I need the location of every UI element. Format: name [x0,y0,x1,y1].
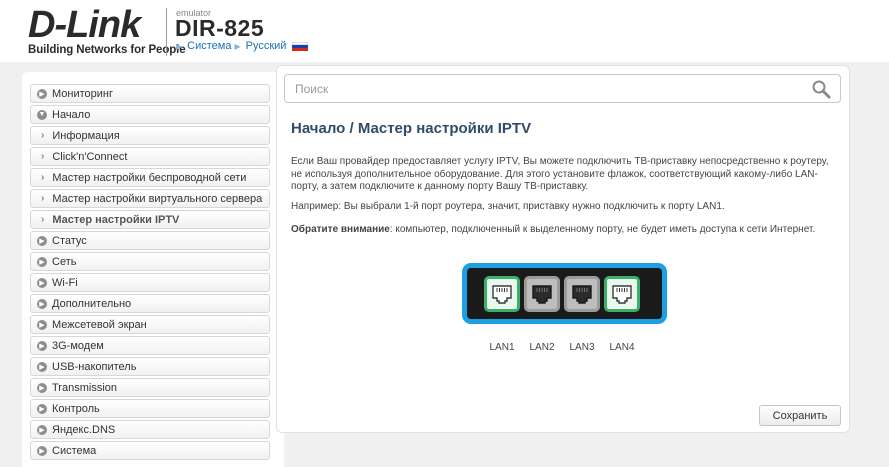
ethernet-port-icon [532,285,552,304]
sidebar-item-yandex-dns[interactable]: ▶ Яндекс.DNS [30,420,270,439]
sidebar-item-label: Статус [52,234,87,247]
sidebar-item-label: Мастер настройки беспроводной сети [52,171,247,184]
chevron-right-icon: ▶ [37,340,47,351]
sidebar-subitem-click-n-connect[interactable]: › Click'n'Connect [30,147,270,166]
chevron-right-icon: ▶ [37,424,47,435]
sidebar-subitem-virtual-server-wizard[interactable]: › Мастер настройки виртуального сервера [30,189,270,208]
russia-flag-icon[interactable] [292,41,309,51]
note-label: Обратите внимание [291,224,390,235]
device-model: DIR-825 [175,15,265,41]
sidebar-item-start[interactable]: ▼ Начало [30,105,270,124]
example-text: Например: Вы выбрали 1-й порт роутера, з… [291,201,725,212]
chevron-right-icon: ▶ [37,319,47,330]
triangle-right-icon: ▶ [234,41,241,51]
sidebar-item-label: Информация [52,129,120,142]
chevron-right-icon: ▶ [37,235,47,246]
sidebar-item-label: Система [52,444,97,457]
sidebar-item-label: Click'n'Connect [52,150,128,163]
sidebar-item-label: Контроль [52,402,100,415]
ethernet-port-icon [492,285,512,304]
sidebar-item-firewall[interactable]: ▶ Межсетевой экран [30,315,270,334]
sidebar-item-label: Wi-Fi [52,276,78,289]
chevron-right-icon: ▶ [37,298,47,309]
sidebar-item-wifi[interactable]: ▶ Wi-Fi [30,273,270,292]
sidebar-menu: ▶ Мониторинг ▼ Начало › Информация › Cli… [30,84,270,462]
sidebar-item-status[interactable]: ▶ Статус [30,231,270,250]
sidebar-item-label: USB-накопитель [52,360,137,373]
ethernet-port-icon [572,285,592,304]
lan1-port-toggle[interactable] [484,276,520,312]
sidebar-item-label: Яндекс.DNS [52,423,116,436]
breadcrumb: ▶ Система ▶ Русский [176,40,309,52]
sidebar-item-label: Дополнительно [52,297,132,310]
chevron-right-icon: ▶ [37,256,47,267]
language-link[interactable]: Русский [246,40,287,52]
sidebar-item-label: Межсетевой экран [52,318,147,331]
chevron-right-icon: ▶ [37,361,47,372]
search-icon[interactable] [810,78,832,100]
triangle-right-icon: ▶ [176,41,183,51]
lan4-label: LAN4 [609,342,635,353]
sidebar-item-advanced[interactable]: ▶ Дополнительно [30,294,270,313]
chevron-right-icon: › [41,193,45,204]
lan1-label: LAN1 [489,342,515,353]
chevron-right-icon: › [41,172,45,183]
dlink-logo[interactable]: D-Link Building Networks for People [28,6,186,56]
sidebar-item-label: Мониторинг [52,87,114,100]
page-scrollbar[interactable] [880,62,889,467]
save-button[interactable]: Сохранить [759,405,841,426]
sidebar-item-label: Сеть [52,255,77,268]
note-text: Обратите внимание: компьютер, подключенн… [291,224,831,237]
sidebar-item-system[interactable]: ▶ Система [30,441,270,460]
chevron-right-icon: ▶ [37,88,47,99]
note-body: : компьютер, подключенный к выделенному … [389,224,816,235]
chevron-right-icon: › [41,214,45,225]
chevron-right-icon: › [41,130,45,141]
header-divider [166,8,167,56]
logo-tagline: Building Networks for People [28,44,186,56]
chevron-right-icon: ▶ [37,382,47,393]
sidebar-item-control[interactable]: ▶ Контроль [30,399,270,418]
lan2-port-toggle[interactable] [524,276,560,312]
lan3-port-toggle[interactable] [564,276,600,312]
sidebar-item-label: Мастер настройки IPTV [52,213,180,226]
logo-wordmark: D-Link [28,4,141,46]
ethernet-port-icon [612,285,632,304]
sidebar-subitem-information[interactable]: › Информация [30,126,270,145]
lan2-label: LAN2 [529,342,555,353]
page-title: Начало / Мастер настройки IPTV [291,120,532,137]
search-input[interactable] [285,81,810,96]
sidebar-subitem-iptv-wizard[interactable]: › Мастер настройки IPTV [30,210,270,229]
chevron-right-icon: ▶ [37,445,47,456]
sidebar-item-monitoring[interactable]: ▶ Мониторинг [30,84,270,103]
search-box[interactable] [284,74,841,103]
header: D-Link Building Networks for People emul… [0,0,889,62]
lan3-label: LAN3 [569,342,595,353]
sidebar-item-label: 3G-модем [52,339,104,352]
sidebar-item-label: Transmission [52,381,117,394]
sidebar-item-label: Мастер настройки виртуального сервера [52,192,263,205]
sidebar-item-label: Начало [52,108,91,121]
chevron-right-icon: ▶ [37,277,47,288]
lan4-port-toggle[interactable] [604,276,640,312]
sidebar-item-3g-modem[interactable]: ▶ 3G-модем [30,336,270,355]
chevron-down-icon: ▼ [37,109,47,120]
sidebar-item-usb-storage[interactable]: ▶ USB-накопитель [30,357,270,376]
sidebar-subitem-wireless-wizard[interactable]: › Мастер настройки беспроводной сети [30,168,270,187]
description-text: Если Ваш провайдер предоставляет услугу … [291,156,829,192]
sidebar-item-transmission[interactable]: ▶ Transmission [30,378,270,397]
chevron-right-icon: › [41,151,45,162]
system-link[interactable]: Система [187,40,231,52]
sidebar-item-network[interactable]: ▶ Сеть [30,252,270,271]
chevron-right-icon: ▶ [37,403,47,414]
